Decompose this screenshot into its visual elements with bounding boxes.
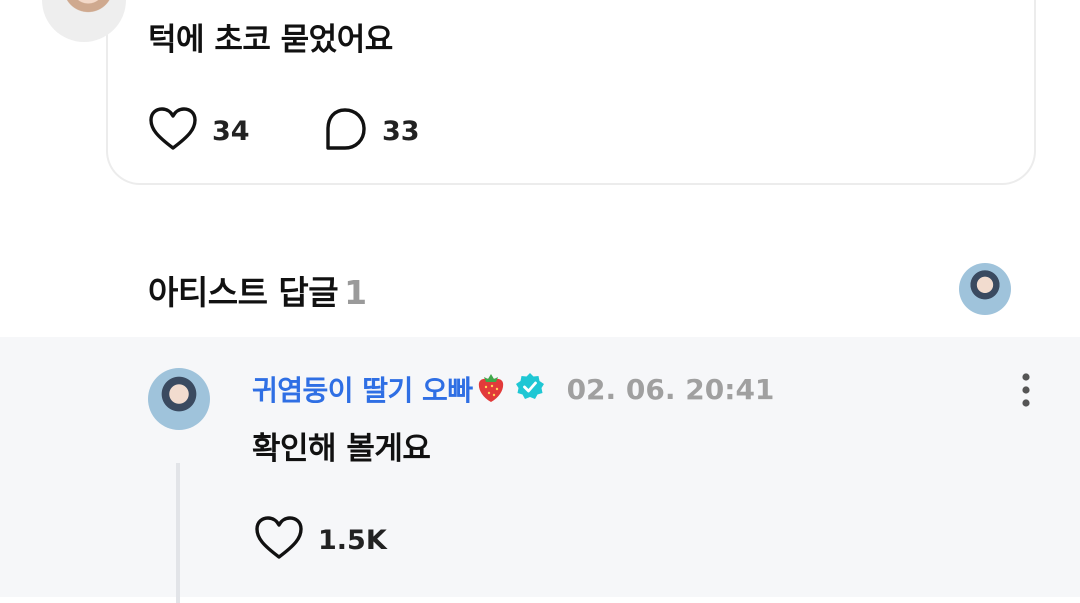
heart-outline-icon bbox=[148, 106, 198, 156]
thread-line bbox=[176, 463, 180, 603]
more-options-button[interactable] bbox=[1014, 371, 1038, 411]
speech-bubble-icon bbox=[322, 106, 368, 156]
post-text: 턱에 초코 묻었어요 bbox=[148, 22, 393, 58]
reply-like-button[interactable]: 1.5K bbox=[254, 515, 387, 565]
reply-meta: 귀염둥이 딸기 오빠 02. 06. 20:41 bbox=[252, 369, 774, 409]
artist-replies-count: 1 bbox=[344, 273, 367, 312]
post-comment-count: 33 bbox=[382, 115, 420, 147]
artist-replies-heading: 아티스트 답글 1 bbox=[148, 266, 367, 314]
reply-timestamp: 02. 06. 20:41 bbox=[566, 372, 775, 406]
artist-avatar[interactable] bbox=[959, 263, 1011, 315]
post-like-button[interactable]: 34 bbox=[148, 106, 250, 156]
strawberry-emoji-icon bbox=[475, 370, 507, 408]
post-comment-button[interactable]: 33 bbox=[322, 106, 420, 156]
verified-badge-icon bbox=[515, 372, 545, 406]
reply-author-name[interactable]: 귀염둥이 딸기 오빠 bbox=[252, 369, 473, 409]
post-like-count: 34 bbox=[212, 115, 250, 147]
vertical-ellipsis-icon bbox=[1022, 373, 1030, 407]
artist-reply: 귀염둥이 딸기 오빠 02. 06. 20:41 확인해 볼게요 1.5K bbox=[0, 337, 1080, 603]
reply-like-count: 1.5K bbox=[318, 524, 387, 556]
heart-outline-icon bbox=[254, 515, 304, 565]
artist-replies-title: 아티스트 답글 bbox=[148, 273, 339, 312]
reply-text: 확인해 볼게요 bbox=[252, 431, 431, 467]
reply-author-avatar[interactable] bbox=[148, 368, 210, 430]
